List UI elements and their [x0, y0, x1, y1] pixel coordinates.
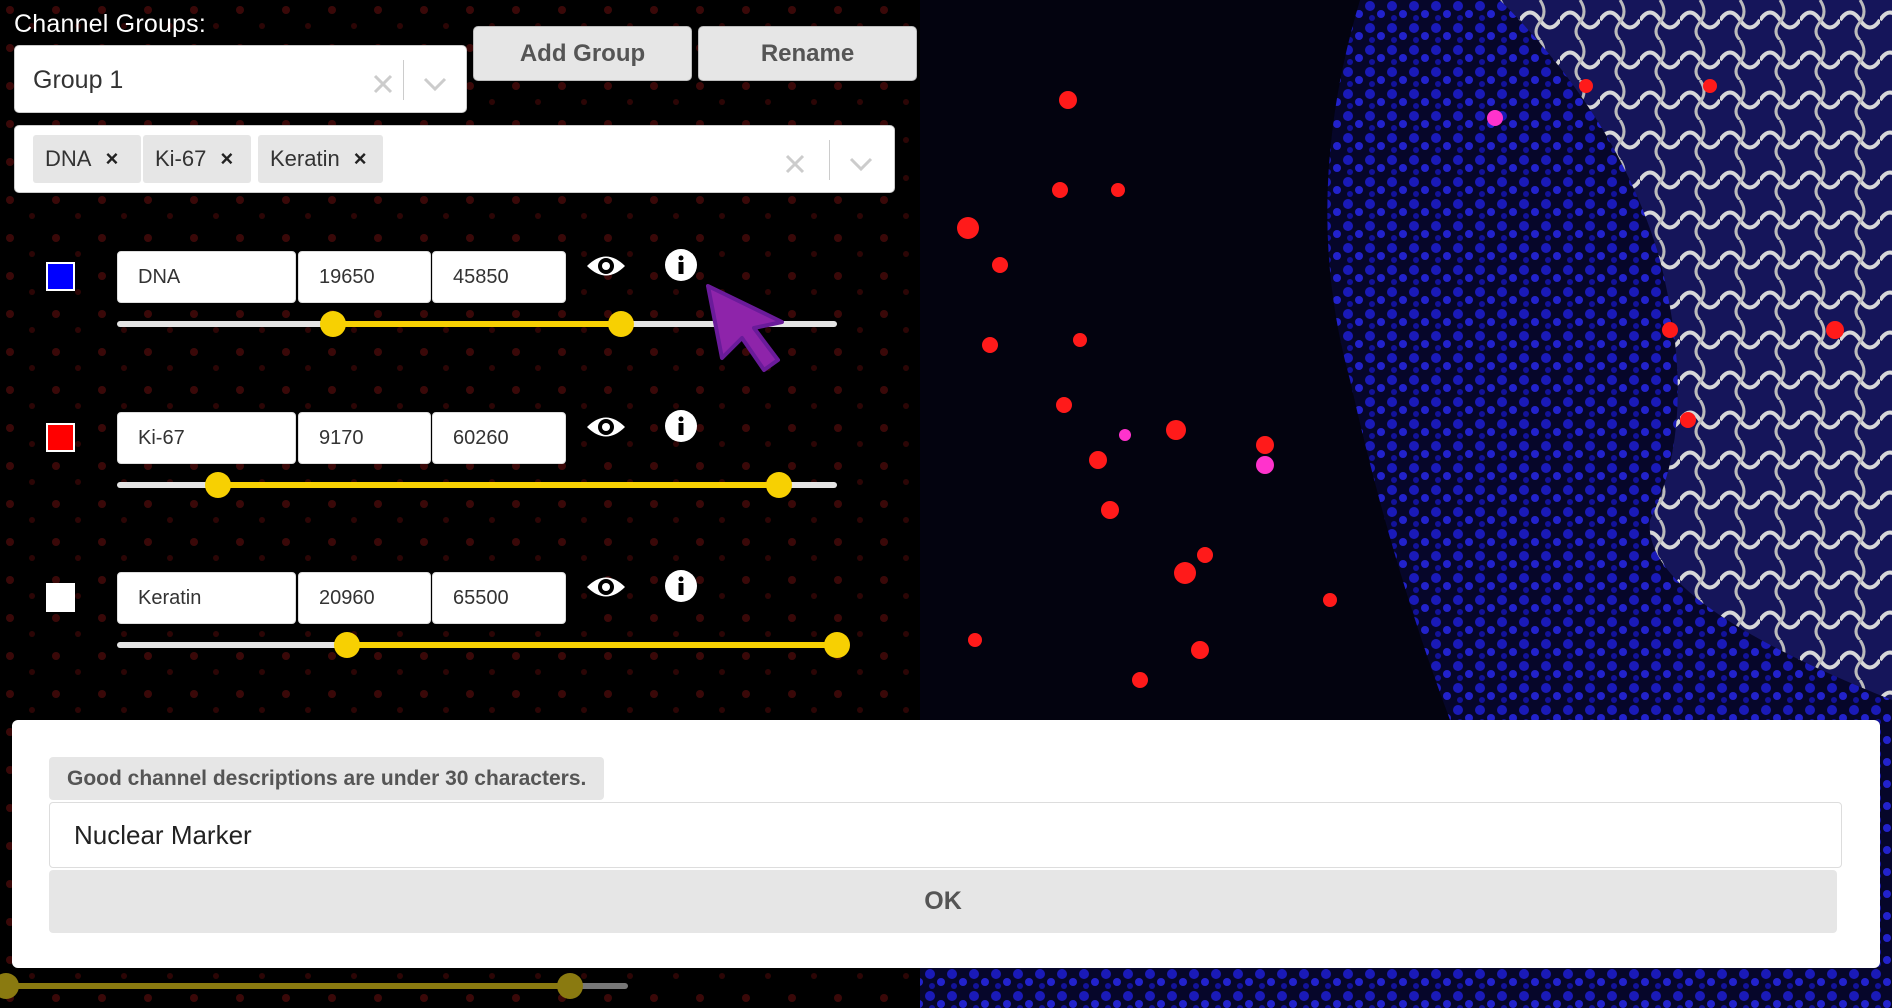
add-group-button[interactable]: Add Group — [473, 26, 692, 81]
ok-button[interactable]: OK — [49, 870, 1837, 933]
channel-groups-heading: Channel Groups: — [14, 10, 207, 38]
chevron-down-icon[interactable] — [415, 64, 455, 104]
channel-color-swatch[interactable] — [46, 423, 75, 452]
eye-icon[interactable] — [585, 251, 627, 281]
background-slider-fill — [0, 983, 570, 989]
group-select-value: Group 1 — [33, 66, 124, 94]
clear-icon[interactable] — [363, 64, 403, 104]
chevron-down-icon[interactable] — [841, 144, 881, 184]
info-icon[interactable] — [664, 569, 698, 603]
slider-fill — [347, 642, 837, 648]
channel-name-field[interactable]: Ki-67 — [117, 412, 296, 464]
select-separator — [403, 60, 404, 100]
slider-max-handle[interactable] — [824, 632, 850, 658]
slider-min-handle[interactable] — [204, 472, 231, 498]
info-icon[interactable] — [664, 248, 698, 282]
remove-tag-icon[interactable]: × — [354, 146, 367, 172]
channel-max-field[interactable]: 60260 — [432, 412, 566, 464]
background-slider-knob[interactable] — [557, 973, 583, 999]
channel-color-swatch[interactable] — [46, 583, 75, 612]
channel-name-field[interactable]: DNA — [117, 251, 296, 303]
slider-min-handle[interactable] — [320, 311, 346, 337]
select-separator — [829, 140, 830, 180]
channel-min-field[interactable]: 9170 — [298, 412, 431, 464]
slider-fill — [333, 321, 621, 327]
eye-icon[interactable] — [585, 572, 627, 602]
remove-tag-icon[interactable]: × — [105, 146, 118, 172]
channel-tag-keratin: Keratin × — [258, 135, 383, 183]
channel-tag-dna: DNA × — [33, 135, 141, 183]
clear-all-icon[interactable] — [775, 144, 815, 184]
info-icon[interactable] — [664, 409, 698, 443]
rename-button[interactable]: Rename — [698, 26, 917, 81]
slider-max-handle[interactable] — [608, 311, 634, 337]
tag-label: DNA — [45, 146, 92, 171]
remove-tag-icon[interactable]: × — [220, 146, 233, 172]
channel-tag-ki67: Ki-67 × — [143, 135, 251, 183]
channel-color-swatch[interactable] — [46, 262, 75, 291]
channel-max-field[interactable]: 65500 — [432, 572, 566, 624]
tag-label: Ki-67 — [155, 146, 207, 171]
channel-name-field[interactable]: Keratin — [117, 572, 296, 624]
channel-min-field[interactable]: 20960 — [298, 572, 431, 624]
tag-label: Keratin — [270, 146, 340, 171]
cursor-icon — [706, 284, 784, 372]
channel-min-field[interactable]: 19650 — [298, 251, 431, 303]
description-input[interactable]: Nuclear Marker — [49, 802, 1842, 868]
slider-fill — [217, 482, 780, 488]
group-select[interactable]: Group 1 — [14, 45, 467, 113]
description-hint: Good channel descriptions are under 30 c… — [49, 757, 605, 800]
eye-icon[interactable] — [585, 412, 627, 442]
channel-max-field[interactable]: 45850 — [432, 251, 566, 303]
